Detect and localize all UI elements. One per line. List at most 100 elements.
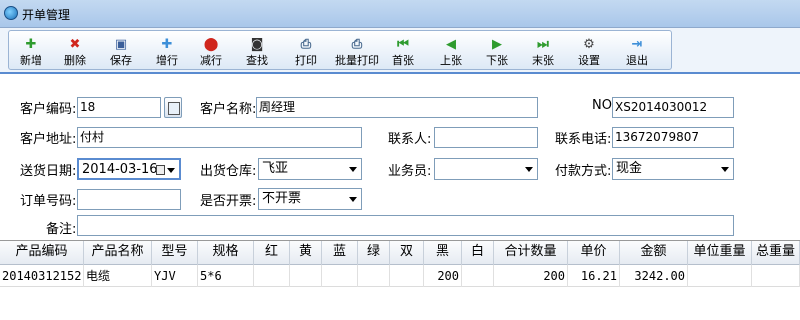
toolbar-button-binoculars[interactable]: ◙ 查找 bbox=[235, 31, 279, 69]
cell-total-qty[interactable]: 200 bbox=[494, 265, 568, 287]
toolbar-button-previous[interactable]: ◀ 上张 bbox=[429, 31, 473, 69]
toolbar-area: ✚ 新增 ✖ 删除 ▣ 保存 ✚ 增行 ⬤ 减行 ◙ 查找 ⎙ 打印 ⎙ 批量打印 ⏮ 首张 ◀ 上张 ▶ 下张 ⏭ 末张 ⚙ 设… bbox=[0, 28, 800, 72]
payment-value: 现金 bbox=[616, 161, 643, 176]
cell-spec[interactable]: 5*6 bbox=[198, 265, 254, 287]
toolbar-button-label: 增行 bbox=[156, 54, 178, 67]
address-label: 客户地址: bbox=[20, 132, 77, 147]
payment-label: 付款方式: bbox=[555, 164, 612, 179]
column-header[interactable]: 单位重量 bbox=[688, 241, 752, 265]
cell-black[interactable]: 200 bbox=[424, 265, 462, 287]
toolbar-button-save[interactable]: ▣ 保存 bbox=[99, 31, 143, 69]
chevron-down-icon[interactable] bbox=[167, 168, 175, 173]
cell-model[interactable]: YJV bbox=[152, 265, 198, 287]
plus-icon: ✚ bbox=[25, 37, 37, 52]
toolbar-button-exit[interactable]: ⇥ 退出 bbox=[615, 31, 659, 69]
column-header[interactable]: 白 bbox=[462, 241, 494, 265]
payment-select[interactable]: 现金 bbox=[612, 158, 734, 180]
toolbar-button-remove-row[interactable]: ⬤ 减行 bbox=[189, 31, 233, 69]
warehouse-value: 飞亚 bbox=[262, 161, 289, 176]
order-form: 客户编码: 18 客户名称: 周经理 NO: XS2014030012 客户地址… bbox=[0, 72, 800, 240]
column-header[interactable]: 红 bbox=[254, 241, 290, 265]
column-header[interactable]: 产品名称 bbox=[84, 241, 152, 265]
cell-blue[interactable] bbox=[322, 265, 358, 287]
toolbar-button-next[interactable]: ▶ 下张 bbox=[475, 31, 519, 69]
toolbar-button-delete[interactable]: ✖ 删除 bbox=[53, 31, 97, 69]
chevron-down-icon[interactable] bbox=[525, 167, 533, 172]
print-icon: ⎙ bbox=[300, 37, 312, 52]
delivery-date-value: 2014-03-16 bbox=[82, 162, 158, 177]
toolbar-button-label: 减行 bbox=[200, 54, 222, 67]
save-icon: ▣ bbox=[114, 37, 128, 52]
toolbar-button-settings[interactable]: ⚙ 设置 bbox=[567, 31, 611, 69]
toolbar-button-last[interactable]: ⏭ 末张 bbox=[521, 31, 565, 69]
toolbar-button-add-row[interactable]: ✚ 增行 bbox=[145, 31, 189, 69]
settings-icon: ⚙ bbox=[583, 37, 595, 52]
column-header[interactable]: 产品编码 bbox=[0, 241, 84, 265]
customer-code-field[interactable]: 18 bbox=[77, 97, 161, 118]
toolbar-button-plus[interactable]: ✚ 新增 bbox=[9, 31, 53, 69]
toolbar-button-label: 下张 bbox=[486, 54, 508, 67]
batch-print-icon: ⎙ bbox=[351, 37, 363, 52]
remark-field[interactable] bbox=[77, 215, 734, 236]
product-grid: 产品编码 产品名称 型号 规格红黄蓝绿双黑白合计数量 单价 金额 单位重量 总重量 20140… bbox=[0, 240, 800, 320]
toolbar-button-label: 退出 bbox=[626, 54, 648, 67]
exit-icon: ⇥ bbox=[631, 37, 643, 52]
toolbar-button-batch-print[interactable]: ⎙ 批量打印 bbox=[331, 31, 383, 69]
customer-picker-button[interactable] bbox=[164, 97, 182, 118]
cell-yellow[interactable] bbox=[290, 265, 322, 287]
salesman-select[interactable] bbox=[434, 158, 538, 180]
contact-label: 联系人: bbox=[388, 132, 432, 147]
chevron-down-icon[interactable] bbox=[349, 197, 357, 202]
toolbar-button-label: 上张 bbox=[440, 54, 462, 67]
column-header[interactable]: 总重量 bbox=[752, 241, 800, 265]
column-header[interactable]: 单价 bbox=[568, 241, 620, 265]
column-header[interactable]: 黑 bbox=[424, 241, 462, 265]
toolbar-button-first[interactable]: ⏮ 首张 bbox=[381, 31, 425, 69]
toolbar-button-label: 批量打印 bbox=[335, 54, 379, 67]
invoice-value: 不开票 bbox=[262, 191, 302, 206]
column-header[interactable]: 黄 bbox=[290, 241, 322, 265]
toolbar-button-label: 打印 bbox=[295, 54, 317, 67]
cell-white[interactable] bbox=[462, 265, 494, 287]
toolbar-button-print[interactable]: ⎙ 打印 bbox=[285, 31, 327, 69]
phone-label: 联系电话: bbox=[555, 132, 612, 147]
column-header[interactable]: 规格 bbox=[198, 241, 254, 265]
invoice-select[interactable]: 不开票 bbox=[258, 188, 362, 210]
table-row[interactable]: 20140312152 电缆 YJV 5*6 200 200 16.21 324… bbox=[0, 265, 800, 287]
remark-label: 备注: bbox=[46, 222, 77, 237]
order-number-field[interactable]: XS2014030012 bbox=[612, 97, 734, 118]
column-header[interactable]: 蓝 bbox=[322, 241, 358, 265]
customer-name-field[interactable]: 周经理 bbox=[256, 97, 538, 118]
cell-product-code[interactable]: 20140312152 bbox=[0, 265, 84, 287]
cell-product-name[interactable]: 电缆 bbox=[84, 265, 152, 287]
title-bar: 开单管理 bbox=[0, 0, 800, 28]
cell-red[interactable] bbox=[254, 265, 290, 287]
first-icon: ⏮ bbox=[397, 37, 409, 52]
toolbar-button-label: 首张 bbox=[392, 54, 414, 67]
contact-field[interactable] bbox=[434, 127, 538, 148]
column-header[interactable]: 金额 bbox=[620, 241, 688, 265]
warehouse-label: 出货仓库: bbox=[200, 164, 257, 179]
customer-name-label: 客户名称: bbox=[200, 102, 257, 117]
cell-double[interactable] bbox=[390, 265, 424, 287]
cell-amount[interactable]: 3242.00 bbox=[620, 265, 688, 287]
chevron-down-icon[interactable] bbox=[721, 167, 729, 172]
warehouse-select[interactable]: 飞亚 bbox=[258, 158, 362, 180]
toolbar-button-label: 末张 bbox=[532, 54, 554, 67]
column-header[interactable]: 合计数量 bbox=[494, 241, 568, 265]
column-header[interactable]: 型号 bbox=[152, 241, 198, 265]
toolbar-button-label: 设置 bbox=[578, 54, 600, 67]
delivery-date-picker[interactable]: 2014-03-16 bbox=[77, 158, 181, 180]
phone-field[interactable]: 13672079807 bbox=[612, 127, 734, 148]
window-title: 开单管理 bbox=[22, 8, 71, 22]
column-header[interactable]: 绿 bbox=[358, 241, 390, 265]
address-field[interactable]: 付村 bbox=[77, 127, 362, 148]
cell-price[interactable]: 16.21 bbox=[568, 265, 620, 287]
cell-green[interactable] bbox=[358, 265, 390, 287]
cell-total-weight[interactable] bbox=[752, 265, 800, 287]
calendar-icon[interactable] bbox=[156, 165, 165, 175]
order-no-field[interactable] bbox=[77, 189, 181, 210]
chevron-down-icon[interactable] bbox=[349, 167, 357, 172]
cell-unit-weight[interactable] bbox=[688, 265, 752, 287]
column-header[interactable]: 双 bbox=[390, 241, 424, 265]
